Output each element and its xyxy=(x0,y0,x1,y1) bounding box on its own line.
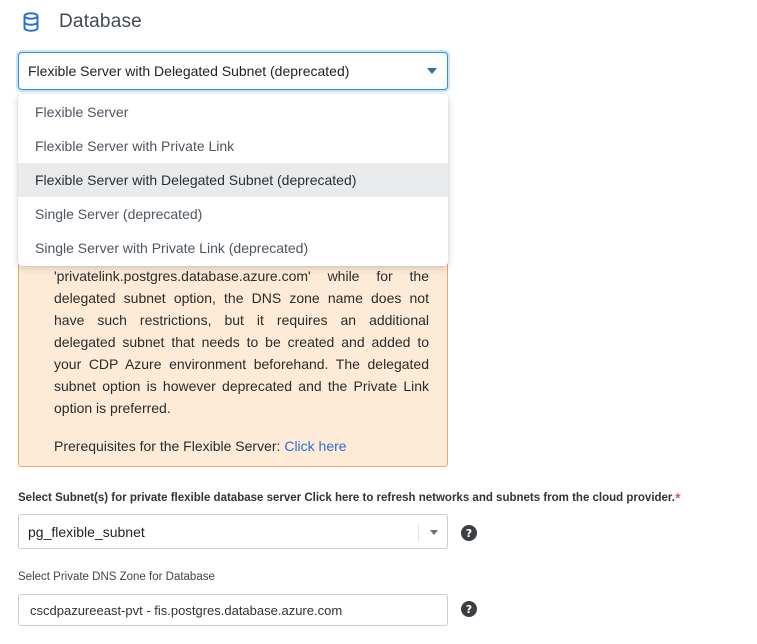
select-divider xyxy=(418,524,419,541)
database-type-selected-value: Flexible Server with Delegated Subnet (d… xyxy=(28,63,350,79)
database-settings-page: Database Flexible Server with Delegated … xyxy=(0,0,757,644)
dropdown-option-flexible-delegated-subnet[interactable]: Flexible Server with Delegated Subnet (d… xyxy=(18,163,448,197)
subnet-label-text: Select Subnet(s) for private flexible da… xyxy=(18,492,675,504)
chevron-down-icon[interactable] xyxy=(430,530,438,535)
section-title: Database xyxy=(59,11,142,32)
dns-zone-field[interactable]: cscdpazureeast-pvt - fis.postgres.databa… xyxy=(18,594,448,626)
prerequisites-line: Prerequisites for the Flexible Server: C… xyxy=(54,438,347,454)
chevron-down-icon[interactable] xyxy=(427,68,437,74)
question-circle-icon[interactable]: ? xyxy=(461,525,477,541)
dropdown-option-flexible-private-link[interactable]: Flexible Server with Private Link xyxy=(18,129,448,163)
required-asterisk: * xyxy=(674,490,681,507)
database-type-dropdown-menu: Flexible Server Flexible Server with Pri… xyxy=(18,94,448,266)
subnet-select[interactable]: pg_flexible_subnet xyxy=(18,514,448,549)
warning-text: 'privatelink.postgres.database.azure.com… xyxy=(54,268,429,416)
question-circle-icon[interactable]: ? xyxy=(461,601,477,617)
section-header: Database xyxy=(23,10,142,34)
subnet-label: Select Subnet(s) for private flexible da… xyxy=(18,488,757,507)
dropdown-option-single-server[interactable]: Single Server (deprecated) xyxy=(18,197,448,231)
prerequisites-label: Prerequisites for the Flexible Server: xyxy=(54,438,281,454)
dns-zone-value: cscdpazureeast-pvt - fis.postgres.databa… xyxy=(30,602,343,618)
database-icon xyxy=(23,11,41,33)
dropdown-option-flexible-server[interactable]: Flexible Server xyxy=(18,95,448,129)
prerequisites-link[interactable]: Click here xyxy=(284,438,346,454)
subnet-selected-value: pg_flexible_subnet xyxy=(28,523,145,540)
dropdown-option-single-private-link[interactable]: Single Server with Private Link (depreca… xyxy=(18,231,448,265)
dns-zone-label: Select Private DNS Zone for Database xyxy=(18,571,215,583)
database-type-select[interactable]: Flexible Server with Delegated Subnet (d… xyxy=(18,52,448,90)
